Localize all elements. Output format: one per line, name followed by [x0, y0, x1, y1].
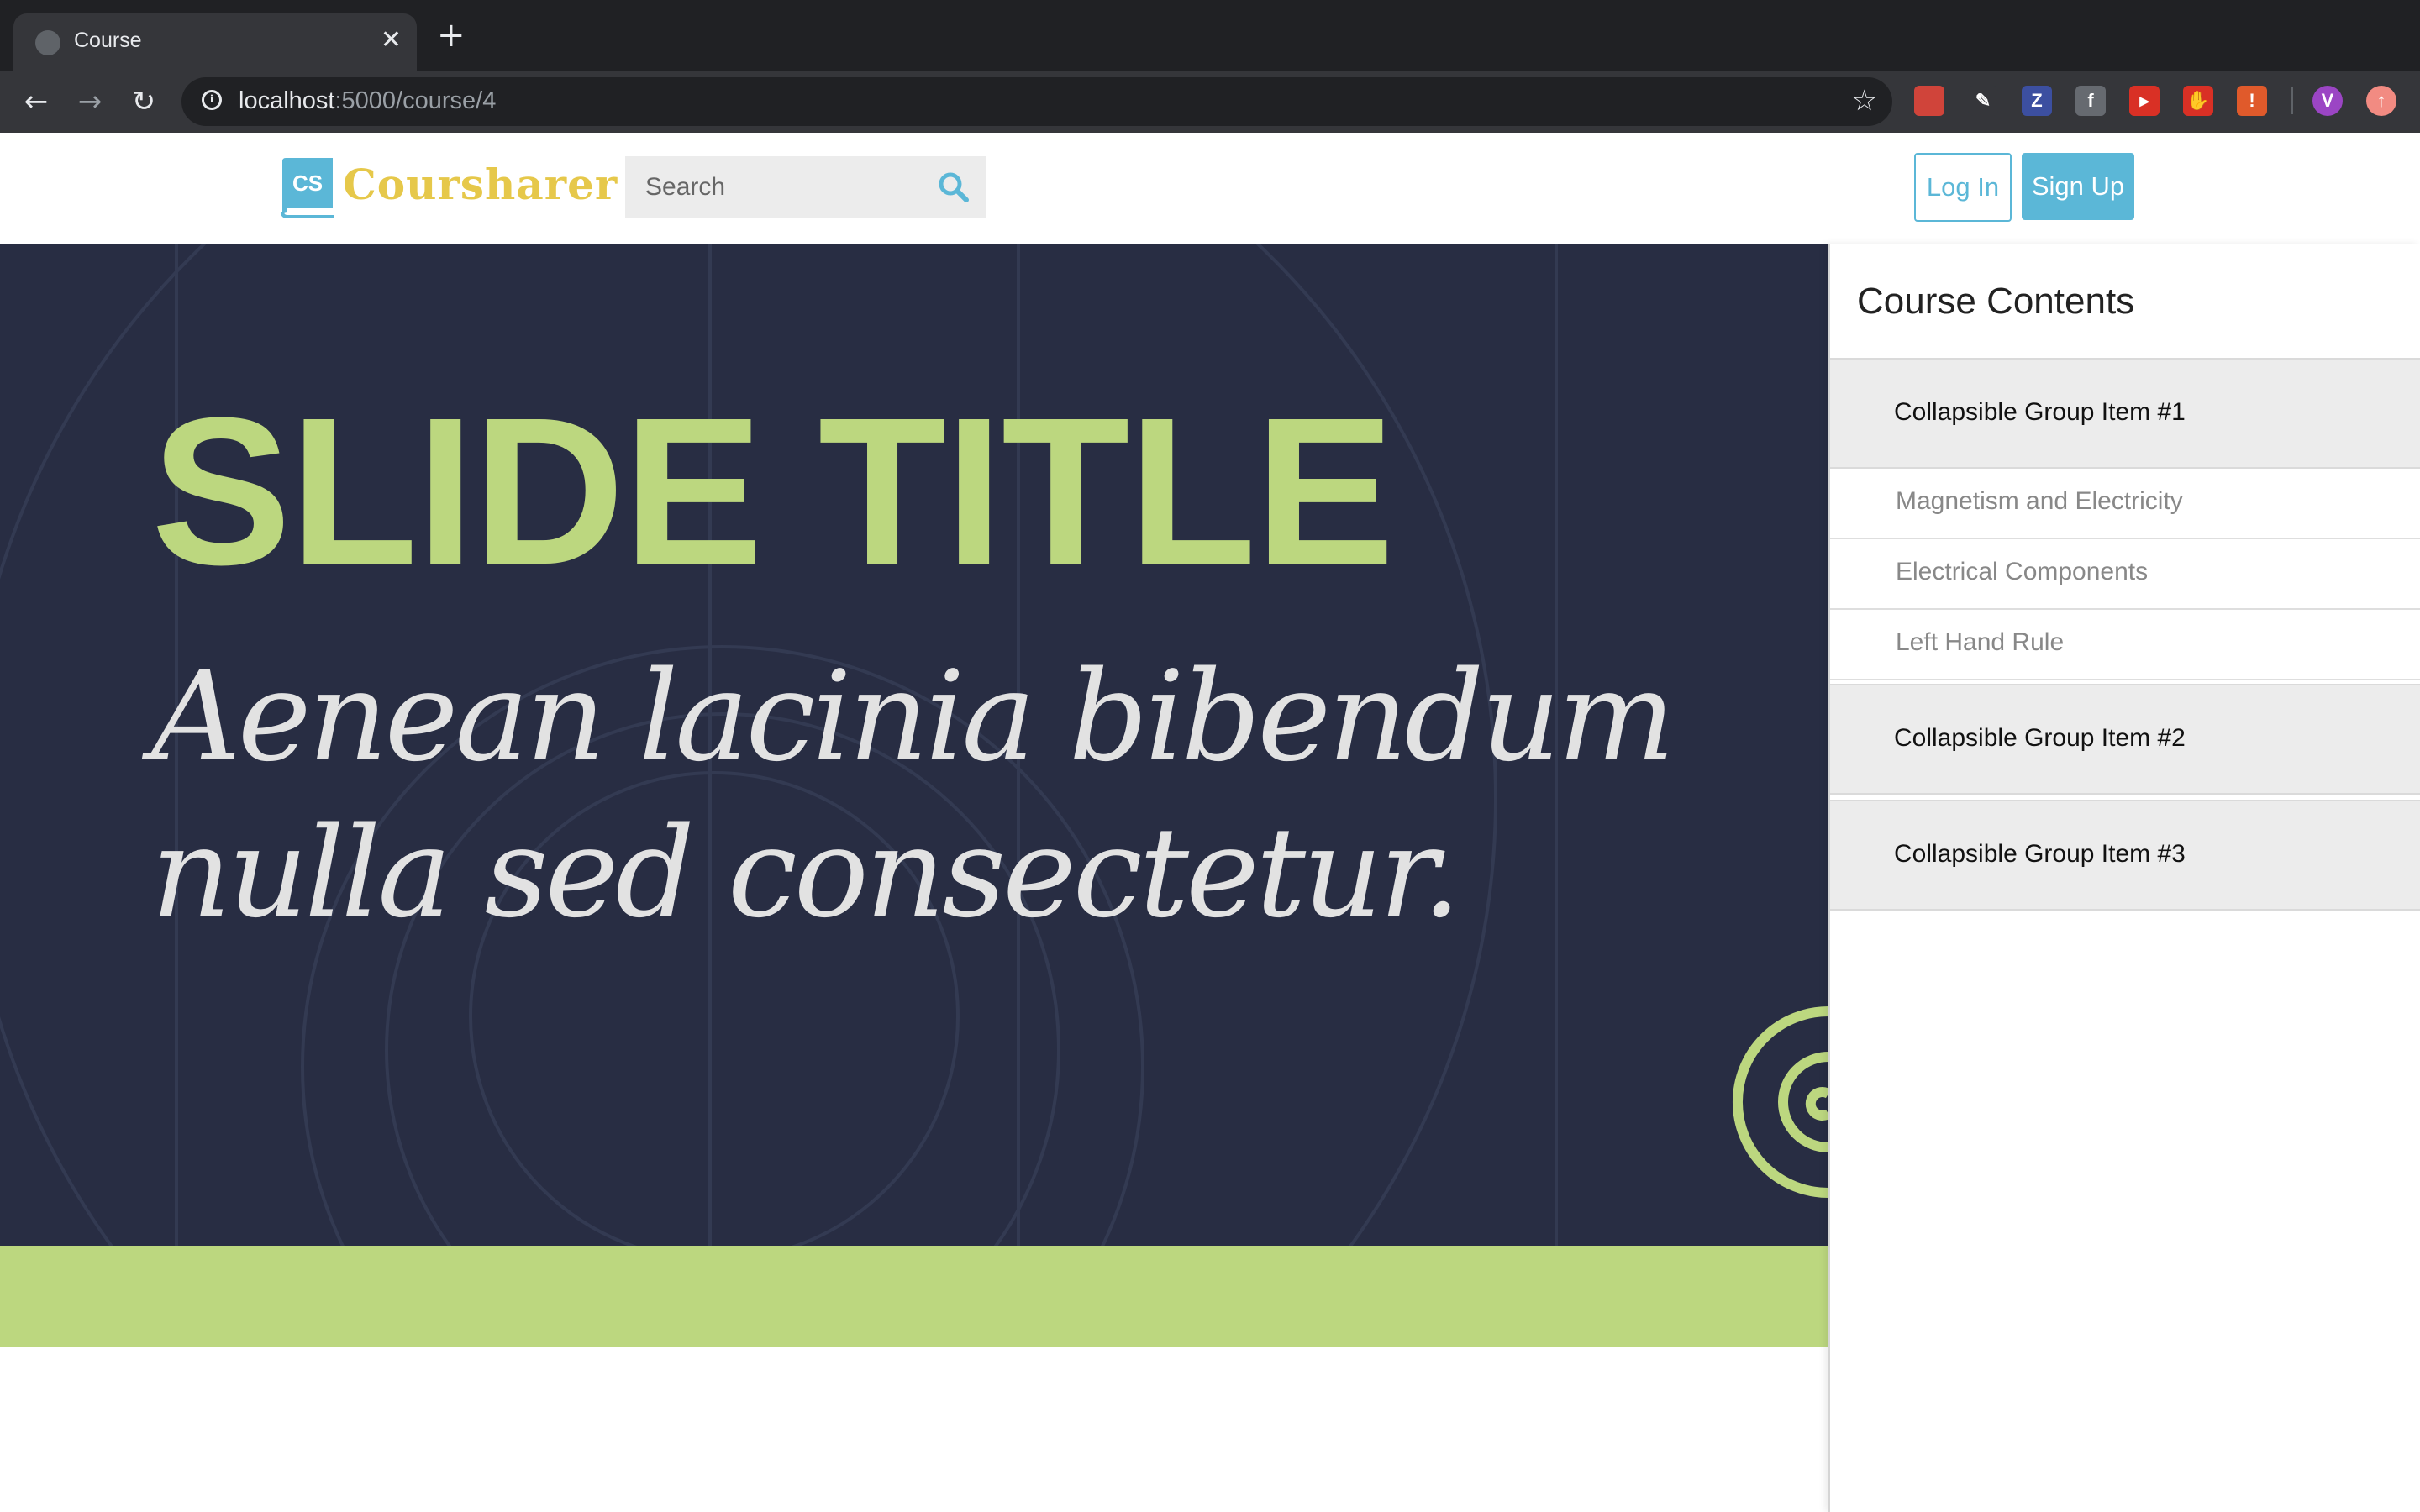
- alert-extension-icon[interactable]: !: [2237, 86, 2267, 116]
- update-extension-icon[interactable]: ↑: [2366, 86, 2396, 116]
- slide-title: SLIDE TITLE: [151, 374, 1395, 608]
- group-label: Collapsible Group Item #1: [1894, 398, 2186, 426]
- course-contents-sidebar: Course Contents Collapsible Group Item #…: [1828, 244, 2420, 1512]
- lesson-label: Magnetism and Electricity: [1896, 487, 2183, 515]
- search-input[interactable]: [625, 156, 928, 218]
- profile-avatar-icon[interactable]: V: [2312, 86, 2343, 116]
- collapsible-group-2[interactable]: Collapsible Group Item #2: [1830, 684, 2420, 795]
- url-text: localhost:5000/course/4: [239, 87, 497, 114]
- zotero-extension-icon[interactable]: Z: [2022, 86, 2052, 116]
- lesson-label: Electrical Components: [1896, 558, 2149, 585]
- collapsible-group-3[interactable]: Collapsible Group Item #3: [1830, 800, 2420, 911]
- adblock-extension-icon[interactable]: ✋: [2183, 86, 2213, 116]
- search-box: [625, 156, 986, 218]
- slide-body-text: Aenean lacinia bibendum nulla sed consec…: [151, 644, 1676, 945]
- bookmark-star-icon[interactable]: ☆: [1852, 84, 1877, 118]
- tab-title: Course: [74, 29, 142, 52]
- group-label: Collapsible Group Item #2: [1894, 724, 2186, 752]
- new-tab-button[interactable]: +: [437, 18, 466, 52]
- logo-icon[interactable]: CS: [279, 156, 336, 218]
- address-bar[interactable]: i localhost:5000/course/4 ☆: [182, 77, 1892, 126]
- signup-button[interactable]: Sign Up: [2022, 153, 2134, 220]
- group-label: Collapsible Group Item #3: [1894, 840, 2186, 868]
- sidebar-title: Course Contents: [1857, 281, 2135, 322]
- back-arrow-icon[interactable]: ←: [18, 84, 54, 119]
- login-button[interactable]: Log In: [1914, 153, 2012, 222]
- info-icon[interactable]: i: [202, 90, 222, 110]
- youtube-extension-icon[interactable]: ▸: [2129, 86, 2160, 116]
- browser-tab-bar: Course ✕ +: [0, 0, 2420, 71]
- facebook-extension-icon[interactable]: f: [2075, 86, 2106, 116]
- forward-arrow-icon[interactable]: →: [72, 84, 108, 119]
- close-icon[interactable]: ✕: [381, 24, 402, 57]
- lesson-item[interactable]: Magnetism and Electricity: [1830, 469, 2420, 539]
- slide-viewer: SLIDE TITLE Aenean lacinia bibendum null…: [0, 244, 1828, 1347]
- pdf-extension-icon[interactable]: [1914, 86, 1944, 116]
- logo-mark-text: CS: [292, 171, 323, 196]
- slide-footer-band: [0, 1246, 1828, 1347]
- lesson-label: Left Hand Rule: [1896, 628, 2065, 656]
- highlighter-extension-icon[interactable]: ✎: [1968, 86, 1998, 116]
- spiral-decoration-icon: [1733, 1006, 1828, 1198]
- lesson-item[interactable]: Electrical Components: [1830, 539, 2420, 610]
- reload-icon[interactable]: ↻: [126, 84, 161, 119]
- toolbar-divider: [2291, 87, 2293, 114]
- globe-icon: [35, 30, 60, 55]
- lesson-item[interactable]: Left Hand Rule: [1830, 610, 2420, 680]
- logo-text[interactable]: Coursharer: [343, 160, 618, 209]
- collapsible-group-1[interactable]: Collapsible Group Item #1: [1830, 358, 2420, 469]
- search-icon[interactable]: [938, 171, 970, 203]
- browser-tab[interactable]: Course ✕: [13, 13, 417, 71]
